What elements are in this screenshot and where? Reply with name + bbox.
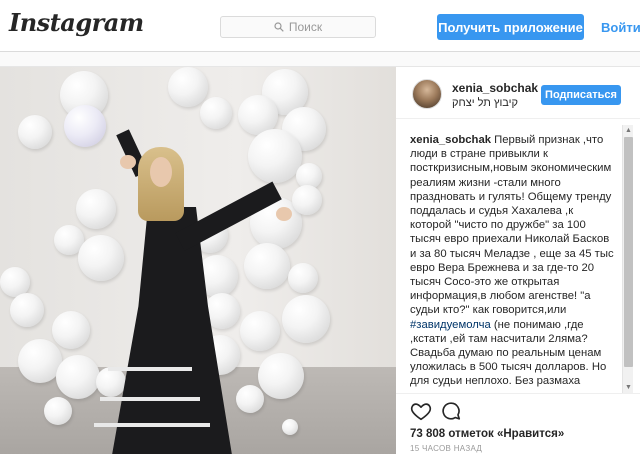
balloon [282, 419, 298, 435]
balloon [52, 311, 90, 349]
balloon [244, 243, 290, 289]
heart-icon[interactable] [410, 400, 432, 422]
post-side-panel: xenia_sobchak קיבוץ תל יצחק Подписаться … [396, 67, 640, 454]
post-photo[interactable] [0, 67, 396, 454]
caption-text: Первый признак ,что люди в стране привык… [410, 134, 614, 317]
likes-label: отметок «Нравится» [448, 428, 565, 440]
balloon [10, 293, 44, 327]
likes-count[interactable]: 73 808 отметок «Нравится» [410, 428, 564, 440]
left-hand [120, 155, 136, 169]
balloon [240, 311, 280, 351]
likes-number: 73 808 [410, 428, 446, 440]
balloon [96, 367, 126, 397]
get-app-button[interactable]: Получить приложение [437, 14, 584, 40]
scrollbar-thumb[interactable] [624, 137, 633, 367]
scroll-down-arrow-icon[interactable]: ▼ [623, 382, 634, 393]
caption-hashtag[interactable]: #завидуемолча [410, 319, 491, 331]
right-hand [276, 207, 292, 221]
balloon [44, 397, 72, 425]
balloon [56, 355, 100, 399]
face [150, 157, 172, 187]
search-placeholder: Поиск [288, 20, 323, 34]
balloon [258, 353, 304, 399]
post-card: xenia_sobchak קיבוץ תל יצחק Подписаться … [0, 66, 640, 454]
top-navigation-bar: Instagram Поиск Получить приложение Войт… [0, 0, 640, 52]
post-caption: xenia_sobchak Первый признак ,что люди в… [410, 133, 616, 389]
dress-stripe [108, 367, 192, 371]
dress-stripe [100, 397, 200, 401]
balloon [282, 295, 330, 343]
comment-icon[interactable] [440, 400, 462, 422]
instagram-logo[interactable]: Instagram [9, 8, 144, 37]
balloon [78, 235, 124, 281]
balloon [248, 129, 302, 183]
search-icon [274, 22, 284, 32]
post-username[interactable]: xenia_sobchak [452, 81, 538, 95]
post-actions: 73 808 отметок «Нравится» 15 часов назад [396, 393, 640, 454]
dress-stripe [94, 423, 210, 427]
balloon [200, 97, 232, 129]
caption-scrollbar[interactable]: ▲ ▼ [622, 125, 633, 393]
avatar[interactable] [412, 79, 442, 109]
login-link[interactable]: Войти [601, 20, 640, 35]
post-timestamp[interactable]: 15 часов назад [410, 444, 482, 453]
balloon [236, 385, 264, 413]
balloon [168, 67, 208, 107]
balloon [288, 263, 318, 293]
balloon [18, 115, 52, 149]
search-input[interactable]: Поиск [220, 16, 376, 38]
post-header: xenia_sobchak קיבוץ תל יצחק Подписаться [396, 67, 640, 119]
balloon [64, 105, 106, 147]
caption-username[interactable]: xenia_sobchak [410, 134, 491, 146]
balloon [76, 189, 116, 229]
follow-button[interactable]: Подписаться [541, 85, 621, 105]
post-location[interactable]: קיבוץ תל יצחק [452, 97, 518, 109]
balloon [292, 185, 322, 215]
scroll-up-arrow-icon[interactable]: ▲ [623, 125, 634, 136]
